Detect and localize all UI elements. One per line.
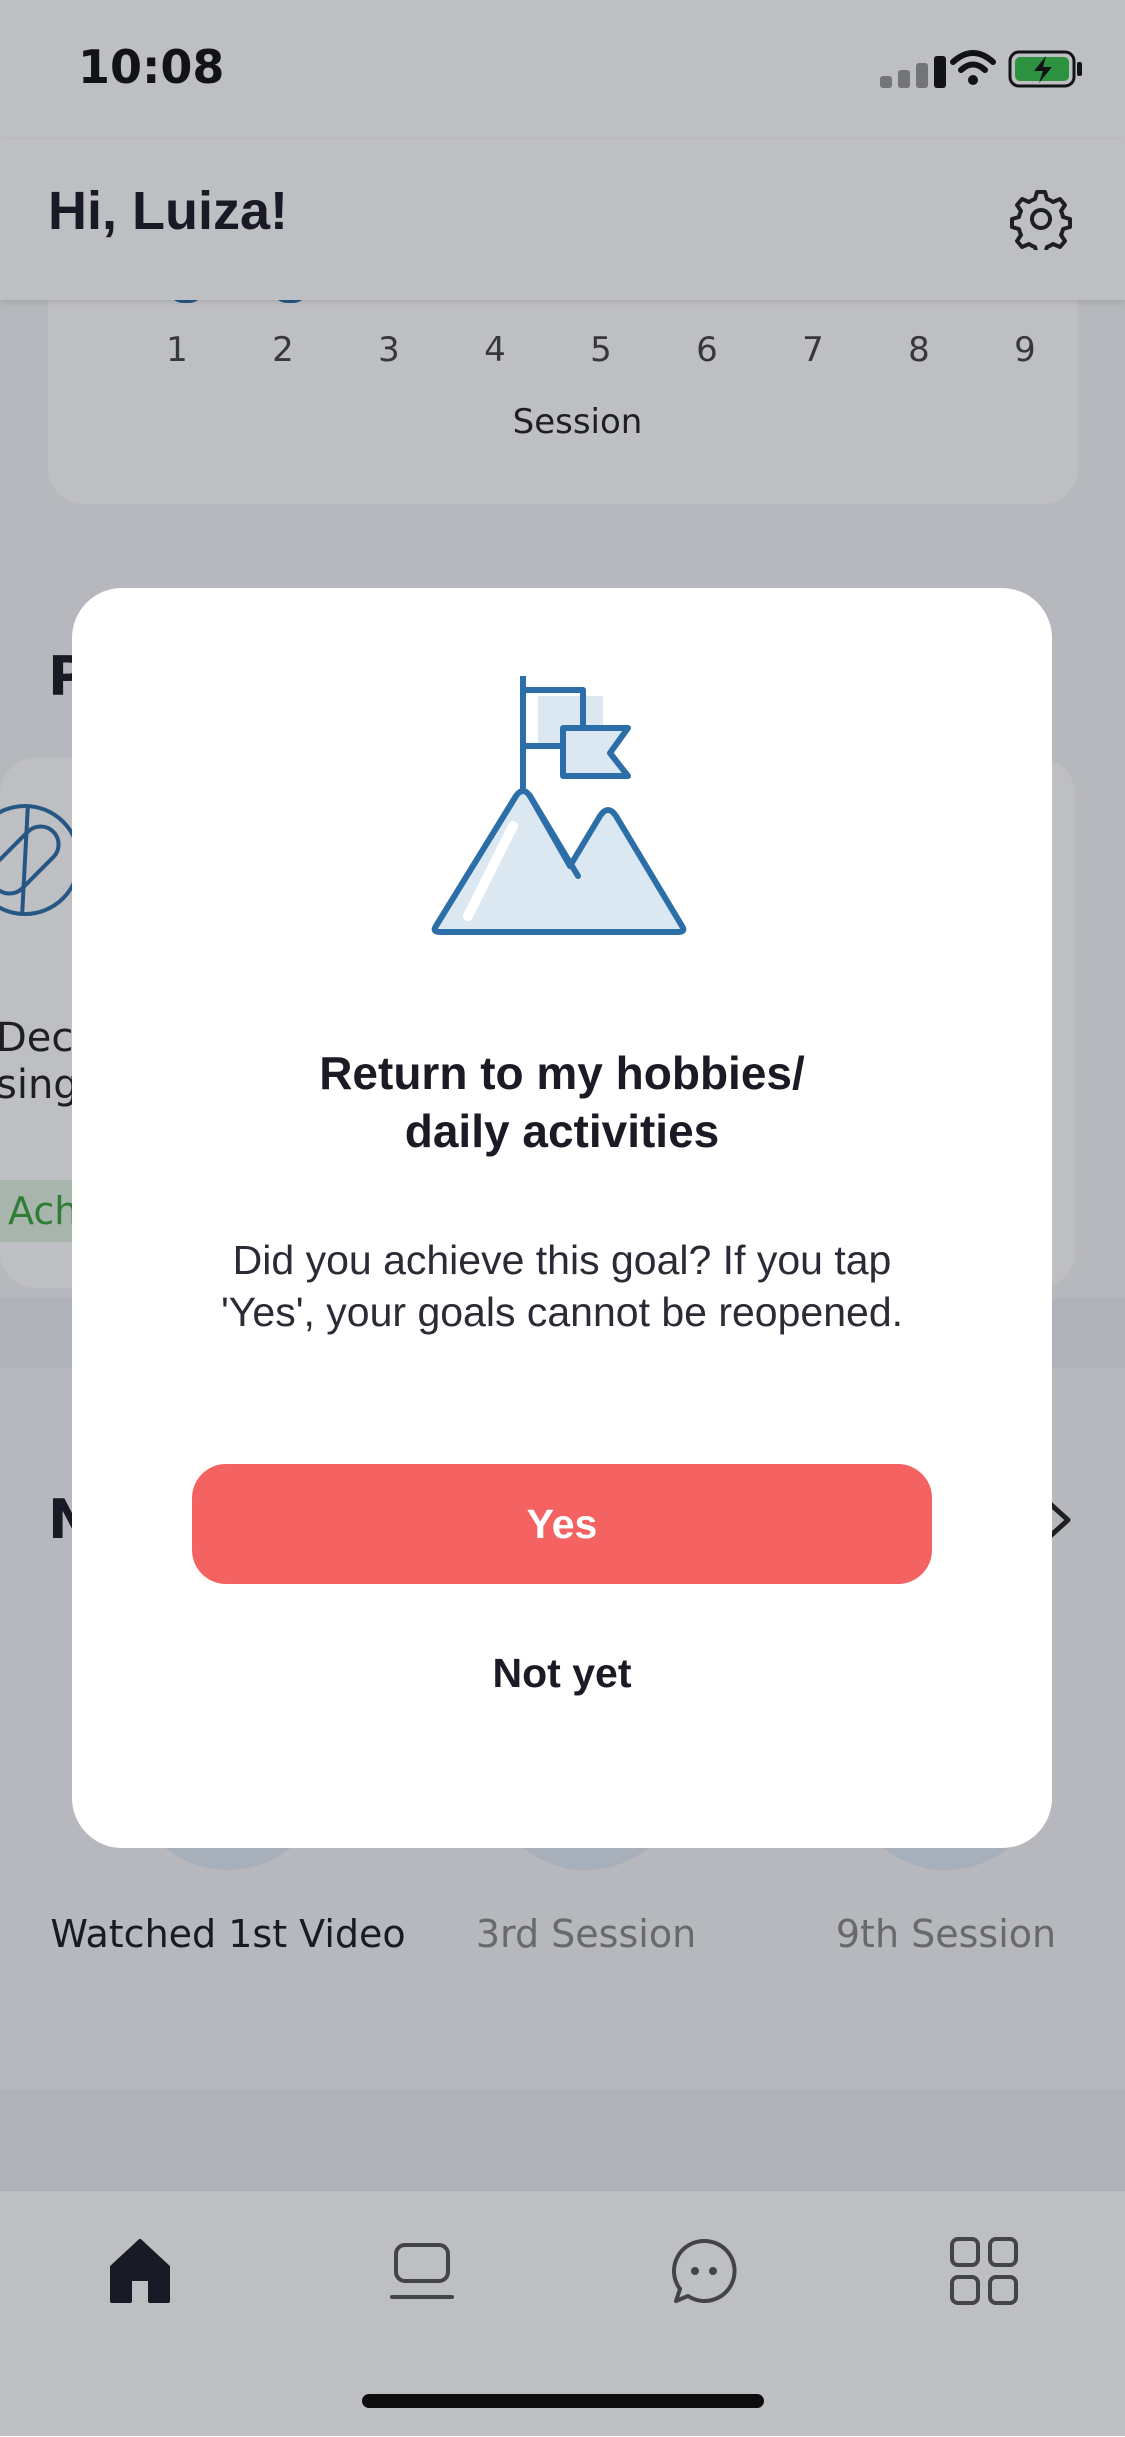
not-yet-button[interactable]: Not yet — [192, 1628, 932, 1718]
dialog-message: Did you achieve this goal? If you tap 'Y… — [132, 1234, 992, 1338]
mountain-flag-icon — [431, 676, 687, 935]
home-indicator[interactable] — [362, 2394, 764, 2408]
dialog-message-line: Did you achieve this goal? If you tap — [232, 1237, 892, 1283]
dialog-title-line: Return to my hobbies/ — [319, 1047, 805, 1099]
dialog-message-line: 'Yes', your goals cannot be reopened. — [220, 1289, 904, 1335]
app-screen: 10:08 Hi, Luiza! 1 2 3 4 5 6 7 8 9 Sessi… — [0, 0, 1125, 2437]
dialog-title-line: daily activities — [404, 1105, 720, 1157]
dialog-title: Return to my hobbies/ daily activities — [112, 1044, 1012, 1160]
goal-confirm-dialog: Return to my hobbies/ daily activities D… — [72, 588, 1052, 1848]
yes-button[interactable]: Yes — [192, 1464, 932, 1584]
